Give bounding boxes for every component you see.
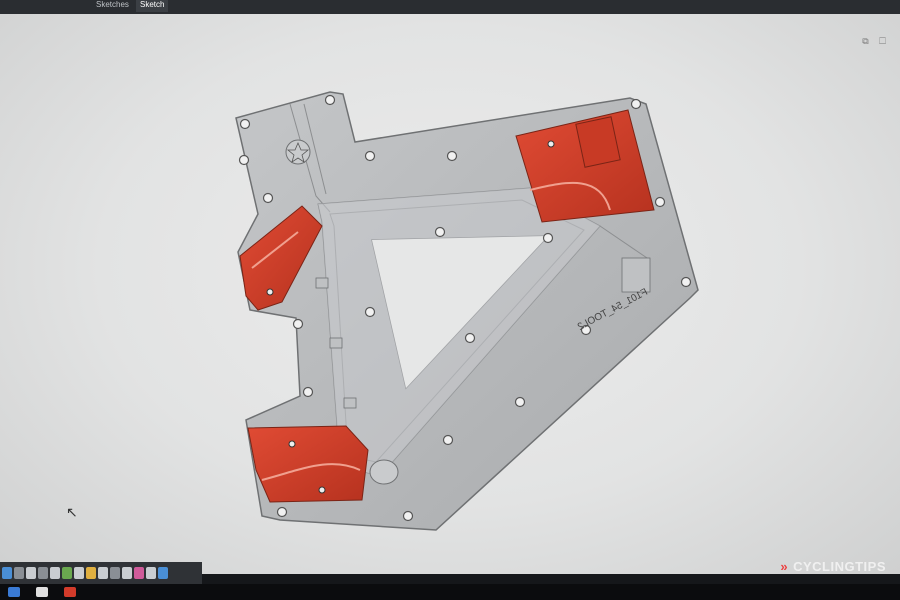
bottom-toolbar (0, 562, 202, 584)
insert-bottom-bracket (247, 425, 369, 503)
tool-icon[interactable] (62, 567, 72, 579)
tab-sketches[interactable]: Sketches (92, 0, 133, 12)
bottom-bracket (369, 459, 399, 485)
tab-sketch[interactable]: Sketch (136, 0, 169, 12)
tool-icon[interactable] (158, 567, 168, 579)
taskbar-app-icon[interactable] (64, 587, 76, 597)
mouse-pointer-icon: ↖ (66, 504, 78, 520)
watermark-text: CYCLINGTIPS (793, 559, 886, 574)
tool-icon[interactable] (98, 567, 108, 579)
watermark: » CYCLINGTIPS (780, 559, 886, 574)
os-taskbar (0, 584, 900, 600)
tool-icon[interactable] (26, 567, 36, 579)
tool-icon[interactable] (134, 567, 144, 579)
tool-icon[interactable] (146, 567, 156, 579)
monitor: Sketches Sketch ⧉ ☐ F101_54_TOOL2 ↖ » CY… (0, 0, 900, 600)
tool-icon[interactable] (110, 567, 120, 579)
taskbar-app-icon[interactable] (36, 587, 48, 597)
tool-icon[interactable] (122, 567, 132, 579)
tool-icon[interactable] (86, 567, 96, 579)
tool-icon[interactable] (50, 567, 60, 579)
cyclingtips-chevron-logo-icon: » (780, 559, 789, 574)
taskbar-app-icon[interactable] (8, 587, 20, 597)
tool-icon[interactable] (2, 567, 12, 579)
tool-icon[interactable] (14, 567, 24, 579)
tool-icon[interactable] (38, 567, 48, 579)
cad-viewport[interactable]: ⧉ ☐ F101_54_TOOL2 ↖ (0, 14, 900, 574)
tool-icon[interactable] (74, 567, 84, 579)
mold-tool-drawing: F101_54_TOOL2 (235, 91, 699, 531)
